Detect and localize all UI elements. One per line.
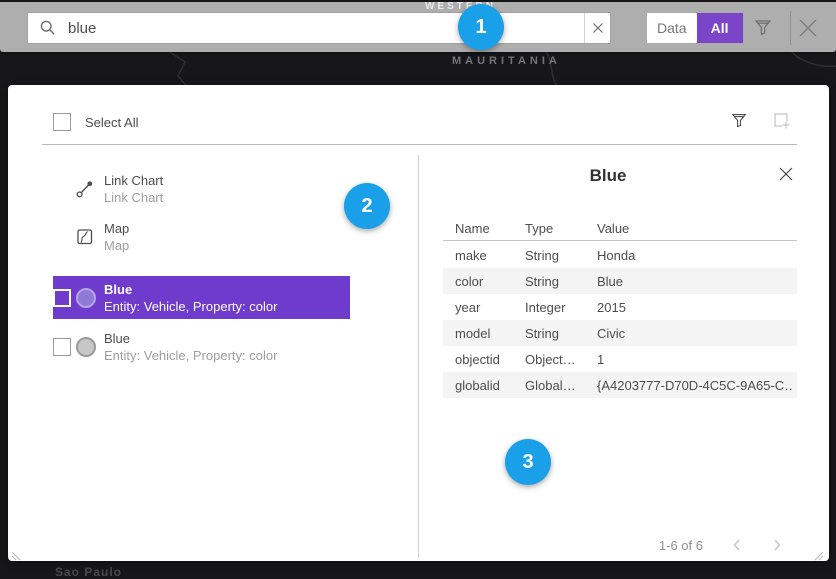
table-row: globalid Global… {A4203777-D70D-4C5C-9A6…	[443, 372, 797, 398]
search-toolbar: blue Data All	[0, 2, 836, 52]
map-icon	[76, 228, 104, 246]
clear-search-button[interactable]	[584, 13, 610, 43]
map-border-lines	[0, 50, 836, 90]
cell-type: Integer	[525, 300, 591, 315]
map-label-bottom: Sao Paulo	[55, 565, 122, 579]
select-all-checkbox[interactable]	[53, 113, 71, 131]
scope-data-button[interactable]: Data	[647, 13, 697, 43]
add-to-selection-icon[interactable]	[772, 111, 792, 136]
header-separator	[42, 144, 797, 145]
cell-value: 2015	[597, 300, 793, 315]
cell-value: Civic	[597, 326, 793, 341]
result-subtitle: Link Chart	[104, 189, 163, 206]
callout-badge-2: 2	[344, 183, 390, 229]
result-checkbox[interactable]	[53, 289, 71, 307]
cell-value: 1	[597, 352, 793, 367]
search-icon	[39, 19, 57, 37]
resize-handle-bottom-right[interactable]	[814, 548, 824, 566]
cell-name: objectid	[455, 352, 521, 367]
callout-badge-1: 1	[458, 4, 504, 50]
table-row: model String Civic	[443, 320, 797, 346]
cell-value: Blue	[597, 274, 793, 289]
link-chart-icon	[76, 180, 104, 198]
chevron-left-icon	[730, 537, 744, 553]
close-icon	[797, 17, 819, 39]
search-value[interactable]: blue	[68, 20, 584, 37]
result-title: Blue	[104, 281, 277, 298]
result-title: Blue	[104, 330, 277, 347]
cell-type: String	[525, 326, 591, 341]
result-title: Map	[104, 220, 129, 237]
detail-close-button[interactable]	[778, 166, 794, 187]
pagination-range: 1-6 of 6	[583, 538, 703, 553]
entity-dot-icon	[76, 337, 104, 357]
toolbar-divider	[790, 11, 791, 45]
cell-name: model	[455, 326, 521, 341]
close-icon	[778, 166, 794, 182]
result-checkbox[interactable]	[53, 338, 71, 356]
cell-type: String	[525, 274, 591, 289]
table-row: color String Blue	[443, 268, 797, 294]
callout-badge-3: 3	[505, 439, 551, 485]
cell-name: color	[455, 274, 521, 289]
map-label-mauritania: MAURITANIA	[452, 55, 561, 67]
result-item-map[interactable]: Map Map	[53, 219, 350, 255]
cell-value: Honda	[597, 248, 793, 263]
cell-type: String	[525, 248, 591, 263]
column-header-type: Type	[525, 221, 591, 236]
table-row: make String Honda	[443, 242, 797, 268]
column-header-name: Name	[455, 221, 521, 236]
close-search-button[interactable]	[797, 17, 819, 44]
scope-all-button[interactable]: All	[697, 13, 743, 43]
search-input[interactable]: blue	[27, 12, 611, 44]
chevron-right-icon	[770, 537, 784, 553]
cell-name: globalid	[455, 378, 521, 393]
cell-name: make	[455, 248, 521, 263]
column-header-value: Value	[597, 221, 793, 236]
app-screen: WESTERN MAURITANIA Sao Paulo blue Data A…	[0, 0, 836, 579]
result-item-blue-selected[interactable]: Blue Entity: Vehicle, Property: color	[53, 276, 350, 319]
result-subtitle: Map	[104, 237, 129, 254]
table-row: year Integer 2015	[443, 294, 797, 320]
search-scope-toggle: Data All	[646, 12, 744, 44]
next-page-button[interactable]	[770, 537, 784, 558]
panel-divider	[418, 155, 419, 558]
close-icon	[592, 22, 604, 34]
cell-type: Global…	[525, 378, 591, 393]
resize-handle-bottom-left[interactable]	[11, 548, 21, 566]
entity-dot-icon	[76, 288, 104, 308]
cell-name: year	[455, 300, 521, 315]
result-item-blue[interactable]: Blue Entity: Vehicle, Property: color	[53, 325, 350, 368]
filter-icon[interactable]	[753, 17, 773, 42]
cell-type: Object…	[525, 352, 591, 367]
previous-page-button[interactable]	[730, 537, 744, 558]
search-results-panel: Select All Link Chart Link Chart M	[8, 85, 829, 561]
cell-value: {A4203777-D70D-4C5C-9A65-C…	[597, 378, 793, 393]
results-filter-icon[interactable]	[730, 111, 748, 134]
result-subtitle: Entity: Vehicle, Property: color	[104, 347, 277, 364]
select-all-label: Select All	[85, 115, 138, 130]
table-row: objectid Object… 1	[443, 346, 797, 372]
result-item-link-chart[interactable]: Link Chart Link Chart	[53, 171, 350, 207]
result-subtitle: Entity: Vehicle, Property: color	[104, 298, 277, 315]
result-title: Link Chart	[104, 172, 163, 189]
detail-title: Blue	[418, 166, 798, 186]
table-header-underline	[443, 240, 797, 241]
